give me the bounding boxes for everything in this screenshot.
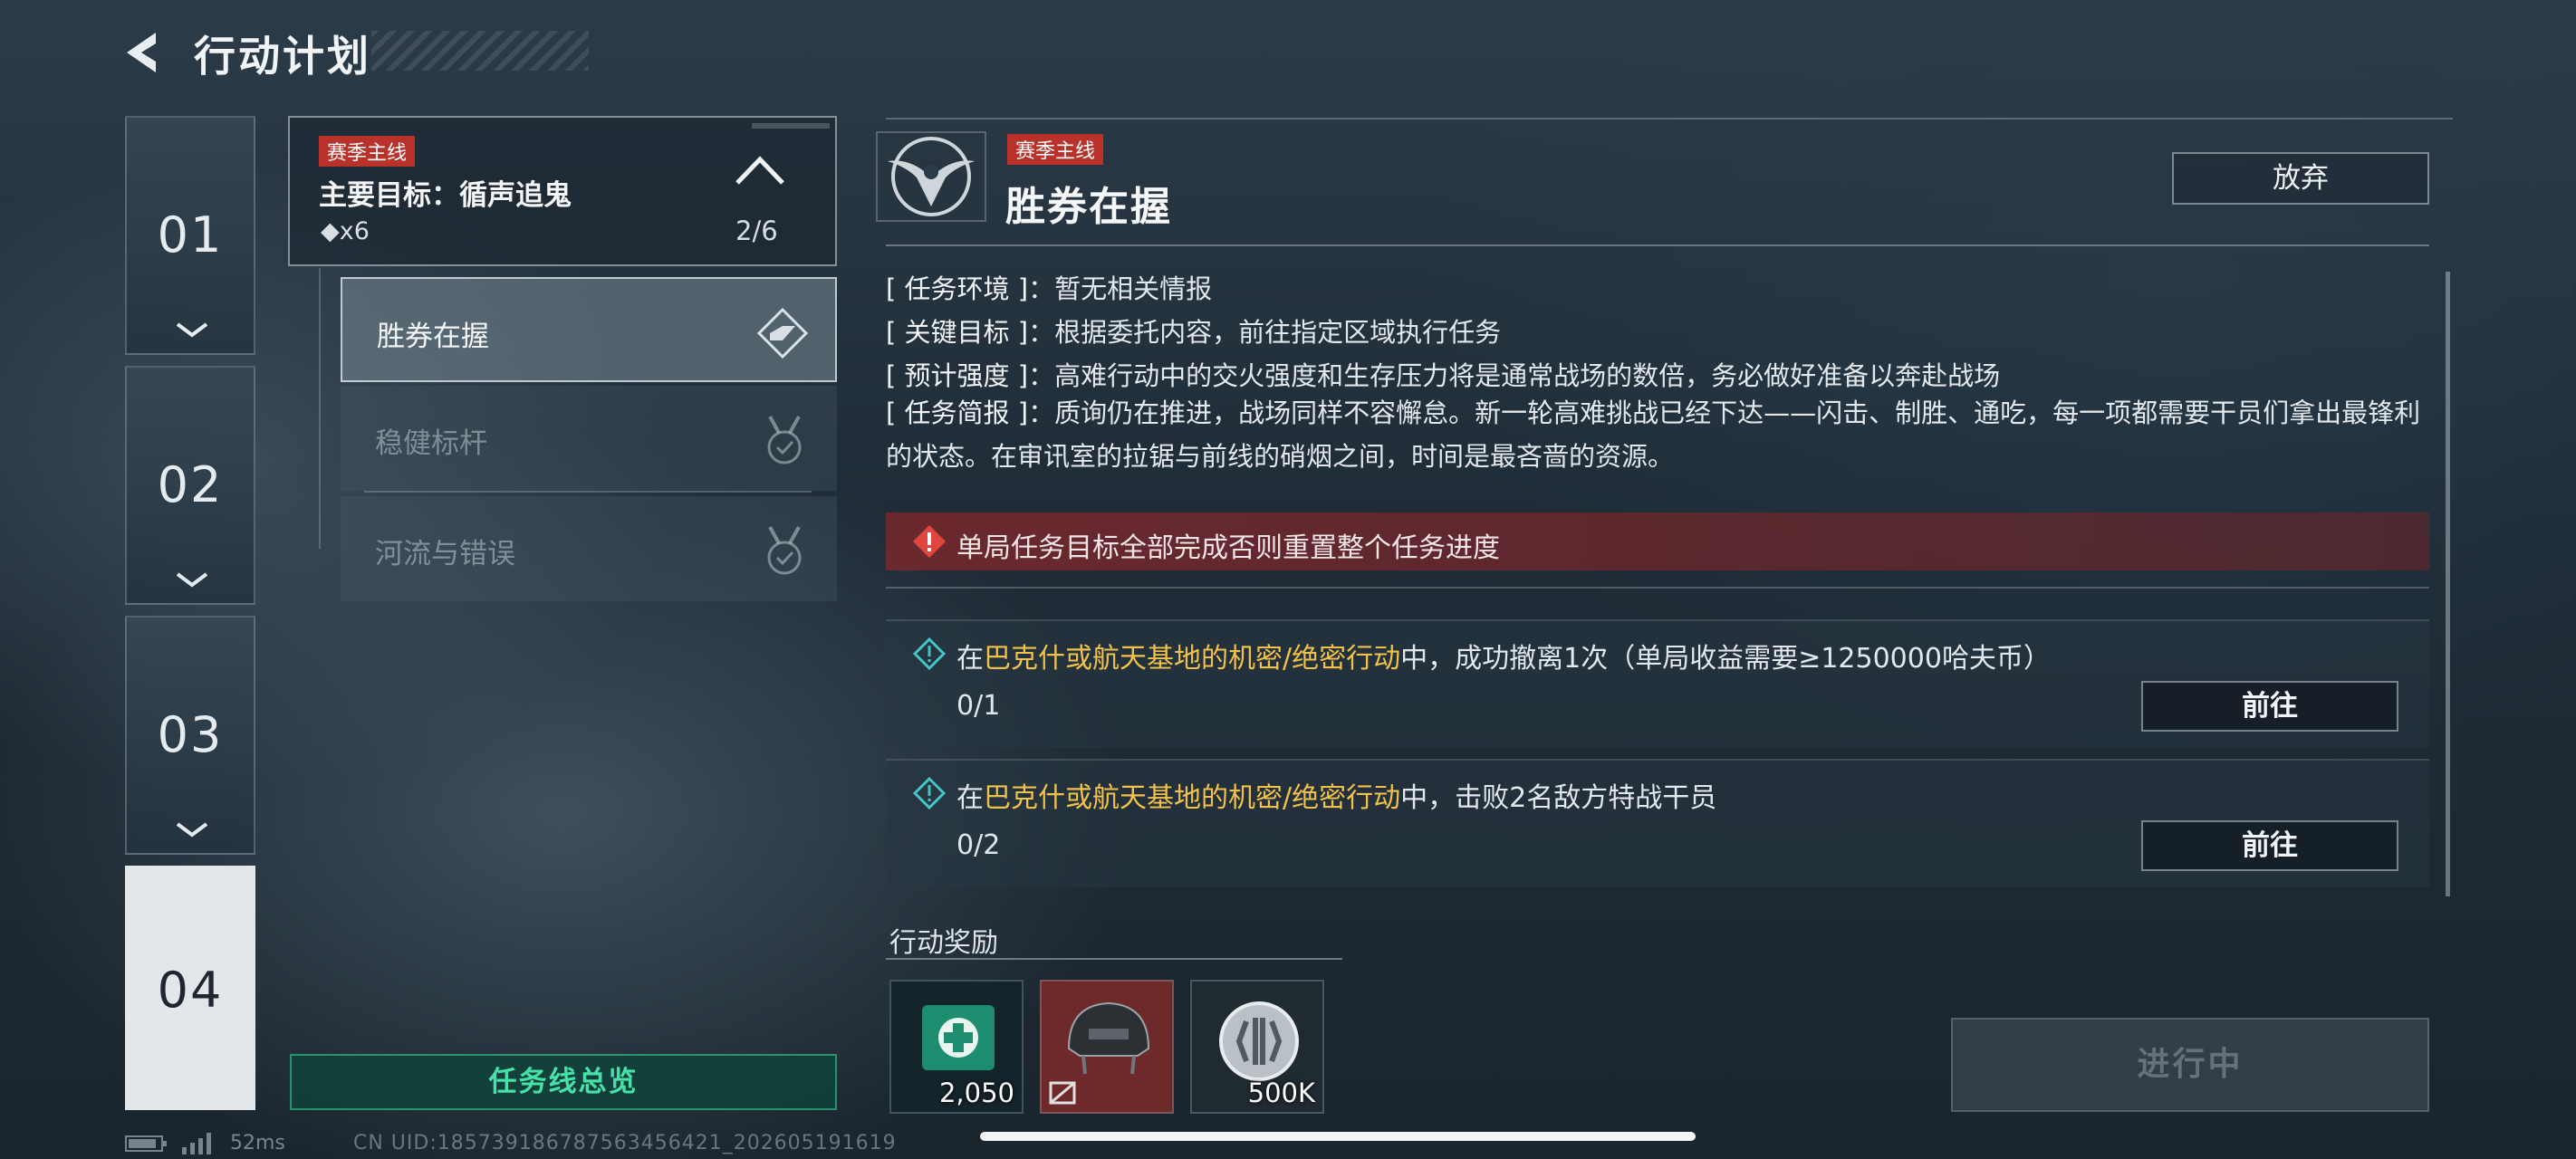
stage-number: 04 xyxy=(157,962,224,1019)
stage-number: 03 xyxy=(157,706,224,763)
coin-icon xyxy=(1219,1001,1299,1081)
medkit-voucher-icon xyxy=(922,1005,995,1070)
warning-icon xyxy=(913,525,946,558)
info-key: [ 任务环境 ] xyxy=(886,273,1029,304)
subtask-item[interactable]: 稳健标杆 xyxy=(341,386,837,491)
divider xyxy=(886,958,1342,960)
card-decoration xyxy=(752,123,830,129)
back-arrow-icon[interactable] xyxy=(120,27,165,78)
info-key: [ 关键目标 ] xyxy=(886,317,1029,348)
info-diamond-icon xyxy=(913,777,946,809)
abandon-button[interactable]: 放弃 xyxy=(2172,152,2429,205)
subtask-item[interactable]: 河流与错误 xyxy=(341,496,837,601)
info-value: ：质询仍在推进，战场同样不容懈怠。新一轮高难挑战已经下达——闪击、制胜、通吃，每… xyxy=(886,398,2421,472)
objective-suffix: 中，成功撤离1次（单局收益需要≥1250000哈夫币） xyxy=(1400,643,2051,675)
in-progress-button: 进行中 xyxy=(1951,1018,2429,1112)
info-key: [ 任务简报 ] xyxy=(886,398,1029,428)
bound-item-icon xyxy=(1049,1081,1076,1105)
divider xyxy=(886,587,2429,589)
medal-check-icon xyxy=(767,526,802,575)
page-title: 行动计划 xyxy=(194,32,371,81)
battery-icon xyxy=(125,1135,167,1152)
objective-location: 巴克什或航天基地的机密/绝密行动 xyxy=(984,782,1401,814)
divider xyxy=(886,244,2429,246)
helmet-icon xyxy=(1067,1001,1150,1075)
mission-title: 主要目标：循声追鬼 xyxy=(319,179,572,212)
task-title: 胜券在握 xyxy=(1005,184,1172,230)
chevron-down-icon xyxy=(176,322,208,338)
stage-number: 01 xyxy=(157,206,224,263)
stage-tab-03[interactable]: 03 xyxy=(125,616,255,855)
target-diamond-icon xyxy=(756,307,809,359)
home-indicator[interactable] xyxy=(980,1132,1696,1141)
objective-progress: 0/2 xyxy=(956,829,1001,861)
scrollbar[interactable] xyxy=(2446,272,2450,896)
ping-value: 52ms xyxy=(230,1132,285,1154)
task-key-goal: [ 关键目标 ]：根据委托内容，前往指定区域执行任务 xyxy=(886,311,1501,350)
subtask-item[interactable]: 胜券在握 xyxy=(341,277,837,382)
objective-text: 在巴克什或航天基地的机密/绝密行动中，击败2名敌方特战干员 xyxy=(956,775,1716,815)
divider xyxy=(364,491,812,493)
reward-item[interactable] xyxy=(1040,980,1174,1114)
info-diamond-icon xyxy=(913,637,946,670)
stage-tab-04[interactable]: 04 xyxy=(125,866,255,1110)
objective-prefix: 在 xyxy=(956,643,984,675)
reward-amount: 500K xyxy=(1247,1078,1315,1108)
stage-number: 02 xyxy=(157,456,224,513)
info-value: ：暂无相关情报 xyxy=(1028,273,1213,304)
chevron-down-icon xyxy=(176,822,208,838)
task-intensity: [ 预计强度 ]：高难行动中的交火强度和生存压力将是通常战场的数倍，务必做好准备… xyxy=(886,355,2000,393)
chevron-up-icon[interactable] xyxy=(730,152,790,190)
go-button[interactable]: 前往 xyxy=(2141,681,2398,732)
season-tag: 赛季主线 xyxy=(1007,134,1104,165)
reward-label: 行动奖励 xyxy=(889,927,998,959)
objective-suffix: 中，击败2名敌方特战干员 xyxy=(1400,782,1717,814)
mission-progress: 2/6 xyxy=(735,216,778,246)
objective-progress: 0/1 xyxy=(956,690,1001,722)
task-environment: [ 任务环境 ]：暂无相关情报 xyxy=(886,268,1212,306)
diamond-count: ◆x6 xyxy=(321,217,370,245)
network-status: 52ms xyxy=(125,1132,285,1154)
info-value: ：高难行动中的交火强度和生存压力将是通常战场的数倍，务必做好准备以奔赴战场 xyxy=(1028,360,2001,391)
objective-text: 在巴克什或航天基地的机密/绝密行动中，成功撤离1次（单局收益需要≥1250000… xyxy=(956,636,2051,675)
stage-tab-01[interactable]: 01 xyxy=(125,116,255,355)
signal-icon xyxy=(182,1133,211,1154)
go-button[interactable]: 前往 xyxy=(2141,820,2398,871)
subtask-label: 稳健标杆 xyxy=(375,427,487,460)
eagle-emblem-icon xyxy=(876,131,986,222)
reward-item[interactable]: 2,050 xyxy=(889,980,1024,1114)
reward-amount: 2,050 xyxy=(938,1078,1014,1108)
stage-tab-02[interactable]: 02 xyxy=(125,366,255,605)
objective-prefix: 在 xyxy=(956,782,984,814)
subtask-label: 胜券在握 xyxy=(377,321,489,353)
warning-text: 单局任务目标全部完成否则重置整个任务进度 xyxy=(956,532,1500,564)
info-value: ：根据委托内容，前往指定区域执行任务 xyxy=(1028,317,1502,348)
season-tag: 赛季主线 xyxy=(319,136,416,167)
subtask-label: 河流与错误 xyxy=(375,538,515,570)
tree-connector xyxy=(319,268,321,549)
reward-item[interactable]: 500K xyxy=(1190,980,1324,1114)
mission-overview-button[interactable]: 任务线总览 xyxy=(290,1054,837,1110)
user-uid: CN UID:185739186787563456421_20260519161… xyxy=(353,1132,897,1154)
title-decoration xyxy=(371,31,589,71)
divider xyxy=(886,118,2453,120)
medal-check-icon xyxy=(767,416,802,465)
info-key: [ 预计强度 ] xyxy=(886,360,1029,391)
chevron-down-icon xyxy=(176,572,208,588)
objective-location: 巴克什或航天基地的机密/绝密行动 xyxy=(984,643,1401,675)
task-briefing: [ 任务简报 ]：质询仍在推进，战场同样不容懈怠。新一轮高难挑战已经下达——闪击… xyxy=(886,391,2426,478)
